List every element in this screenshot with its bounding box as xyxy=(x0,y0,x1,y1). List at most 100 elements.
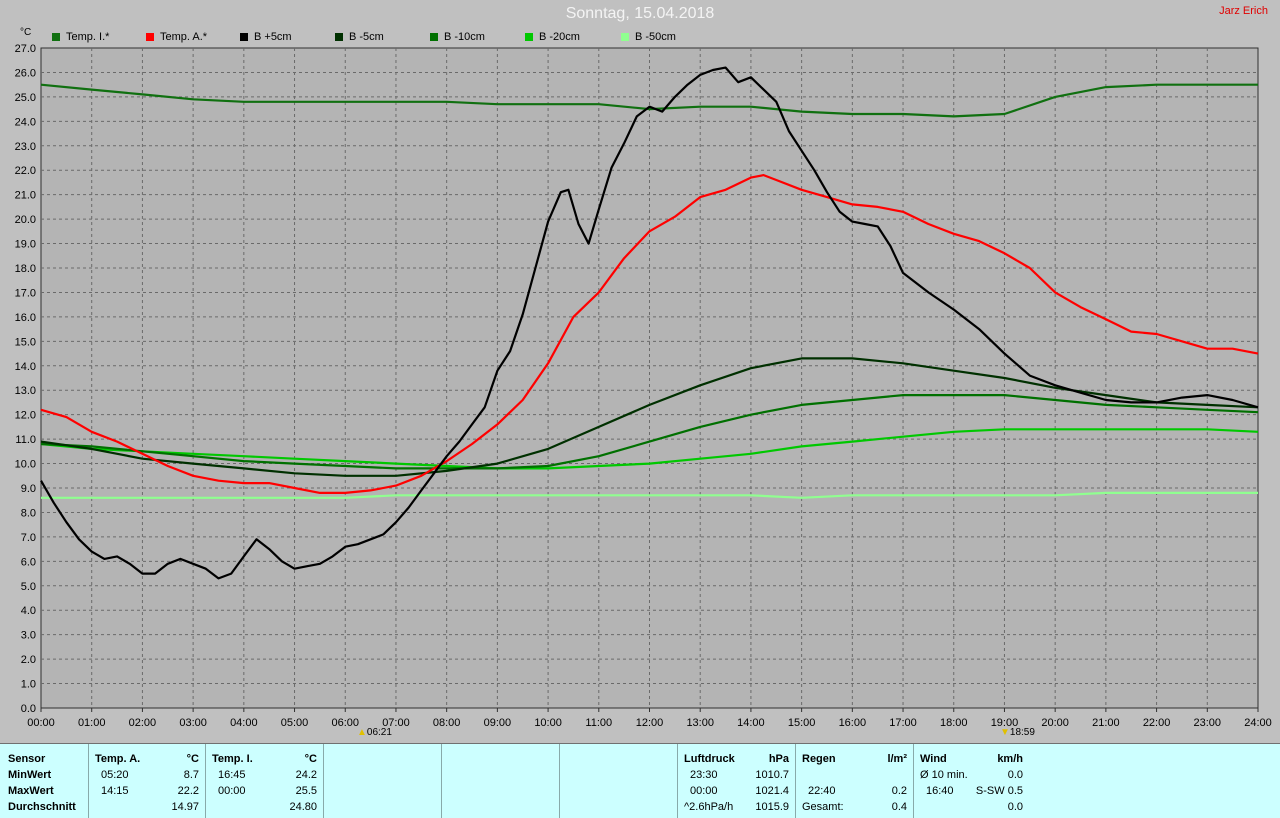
y-tick-label: 18.0 xyxy=(15,263,36,275)
stats-col-empty-3 xyxy=(560,744,678,818)
y-tick-label: 19.0 xyxy=(15,239,36,251)
y-tick-label: 15.0 xyxy=(15,336,36,348)
x-tick-label: 05:00 xyxy=(281,717,309,729)
x-tick-label: 01:00 xyxy=(78,717,106,729)
stats-col-temp-i: Temp. I. °C 16:45 24.2 00:00 25.5 24.80 xyxy=(206,744,324,818)
stats-col-pressure: Luftdruck hPa 23:30 1010.7 00:00 1021.4 … xyxy=(678,744,796,818)
x-tick-label: 08:00 xyxy=(433,717,461,729)
x-tick-label: 06:00 xyxy=(331,717,359,729)
wind-max-time: 16:40 xyxy=(926,785,954,797)
legend-label: B -50cm xyxy=(635,31,676,43)
row-label-avg: Durchschnitt xyxy=(8,801,76,813)
legend-swatch xyxy=(525,33,533,41)
stats-col-empty-2 xyxy=(442,744,560,818)
y-tick-label: 16.0 xyxy=(15,312,36,324)
chart-title: Sonntag, 15.04.2018 xyxy=(565,5,715,22)
sunrise-icon: ▲ xyxy=(357,727,367,738)
legend-label: B -5cm xyxy=(349,31,384,43)
temp-a-average: 14.97 xyxy=(171,801,199,813)
x-tick-label: 22:00 xyxy=(1143,717,1171,729)
pressure-average: 1015.9 xyxy=(755,801,789,813)
temp-i-min-value: 24.2 xyxy=(295,769,317,781)
x-tick-label: 10:00 xyxy=(534,717,562,729)
x-tick-label: 15:00 xyxy=(788,717,816,729)
wind-avg-value: 0.0 xyxy=(1007,769,1023,781)
sunrise-marker: ▲06:21 xyxy=(357,727,392,738)
rain-header: Regen xyxy=(802,753,836,765)
legend-swatch xyxy=(146,33,154,41)
temp-a-min-time: 05:20 xyxy=(101,769,129,781)
wind-max-value: S-SW 0.5 xyxy=(975,785,1023,797)
sunset-marker: ▼18:59 xyxy=(1000,727,1035,738)
rain-total-label: Gesamt: xyxy=(802,801,844,813)
pressure-unit: hPa xyxy=(768,753,789,765)
legend-label: Temp. I.* xyxy=(66,31,110,43)
temp-a-min-value: 8.7 xyxy=(183,769,199,781)
x-tick-label: 17:00 xyxy=(889,717,917,729)
x-tick-label: 18:00 xyxy=(940,717,968,729)
temp-a-header: Temp. A. xyxy=(95,753,141,765)
stats-col-rain: Regen l/m² 0.2 22:40 Gesamt: 0.4 xyxy=(796,744,914,818)
x-tick-label: 23:00 xyxy=(1194,717,1222,729)
y-tick-label: 14.0 xyxy=(15,361,36,373)
x-tick-label: 04:00 xyxy=(230,717,258,729)
y-tick-label: 2.0 xyxy=(21,654,36,666)
x-tick-label: 12:00 xyxy=(636,717,664,729)
x-tick-label: 02:00 xyxy=(129,717,157,729)
legend-item-b-minus20: B -20cm xyxy=(525,31,580,43)
legend-item-b-minus5: B -5cm xyxy=(335,31,384,43)
x-tick-label: 03:00 xyxy=(179,717,207,729)
legend-item-b-minus10: B -10cm xyxy=(430,31,485,43)
row-label-max: MaxWert xyxy=(8,785,54,797)
y-tick-label: 6.0 xyxy=(21,556,36,568)
stats-col-sensor: Sensor MinWert MaxWert Durchschnitt xyxy=(0,744,89,818)
y-tick-label: 11.0 xyxy=(15,434,36,446)
y-tick-label: 3.0 xyxy=(21,630,36,642)
pressure-max-value: 1021.4 xyxy=(755,785,789,797)
wind-avg-label: Ø 10 min. xyxy=(920,769,968,781)
legend-item-temp-i: Temp. I.* xyxy=(52,31,109,43)
y-tick-label: 0.0 xyxy=(21,703,36,715)
x-tick-label: 14:00 xyxy=(737,717,765,729)
x-tick-label: 11:00 xyxy=(585,717,612,729)
y-tick-label: 13.0 xyxy=(15,385,36,397)
legend-label: B +5cm xyxy=(254,31,292,43)
legend-swatch xyxy=(430,33,438,41)
temp-a-unit: °C xyxy=(186,753,199,765)
x-tick-label: 24:00 xyxy=(1244,717,1272,729)
y-tick-label: 21.0 xyxy=(15,190,36,202)
pressure-min-time: 23:30 xyxy=(690,769,718,781)
y-tick-label: 5.0 xyxy=(21,581,36,593)
temp-a-max-time: 14:15 xyxy=(101,785,129,797)
rain-total-value: 0.4 xyxy=(891,801,907,813)
x-tick-label: 16:00 xyxy=(839,717,867,729)
legend-swatch xyxy=(240,33,248,41)
temp-i-unit: °C xyxy=(304,753,317,765)
rain-rate-value: 0.2 xyxy=(891,785,907,797)
legend-swatch xyxy=(621,33,629,41)
pressure-trend: ^2.6hPa/h xyxy=(684,801,734,813)
y-tick-label: 7.0 xyxy=(21,532,36,544)
legend-item-temp-a: Temp. A.* xyxy=(146,31,207,43)
legend-label: B -20cm xyxy=(539,31,580,43)
legend-swatch xyxy=(335,33,343,41)
rain-unit: l/m² xyxy=(887,753,907,765)
legend-label: B -10cm xyxy=(444,31,485,43)
rain-max-time: 22:40 xyxy=(808,785,836,797)
stats-panel: Sensor MinWert MaxWert Durchschnitt Temp… xyxy=(0,743,1280,818)
y-tick-label: 4.0 xyxy=(21,605,36,617)
sunrise-time: 06:21 xyxy=(366,727,392,738)
y-tick-label: 10.0 xyxy=(15,459,36,471)
legend-label: Temp. A.* xyxy=(160,31,208,43)
y-tick-label: 9.0 xyxy=(21,483,36,495)
temp-i-header: Temp. I. xyxy=(212,753,253,765)
sunset-time: 18:59 xyxy=(1009,727,1035,738)
pressure-min-value: 1010.7 xyxy=(755,769,789,781)
wind-header: Wind xyxy=(920,753,947,765)
author-label: Jarz Erich xyxy=(1219,5,1268,17)
y-tick-label: 17.0 xyxy=(15,287,36,299)
row-label-min: MinWert xyxy=(8,769,52,781)
y-tick-label: 22.0 xyxy=(15,165,36,177)
stats-col-empty-1 xyxy=(324,744,442,818)
y-tick-label: 24.0 xyxy=(15,116,36,128)
